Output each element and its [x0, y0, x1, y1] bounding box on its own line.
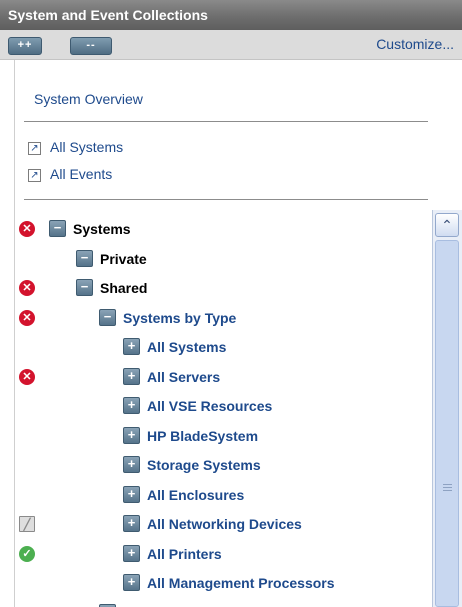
expand-node-button[interactable]: +: [123, 545, 140, 562]
panel-title: System and Event Collections: [0, 0, 462, 30]
unknown-status-icon: ╱: [19, 516, 35, 532]
external-link-icon: ↗: [28, 142, 41, 155]
ok-status-icon: ✓: [19, 546, 35, 562]
expand-node-button[interactable]: +: [123, 486, 140, 503]
expand-all-button[interactable]: ++: [8, 37, 42, 55]
error-status-icon: ✕: [19, 221, 35, 237]
tree-scrollbar[interactable]: ⌃: [432, 210, 462, 607]
error-status-icon: ✕: [19, 310, 35, 326]
expand-node-button[interactable]: +: [123, 427, 140, 444]
collection-tree: ✕ − Systems − Private ✕ − Shared ✕ − Systems by Ty…: [15, 210, 432, 607]
all-systems-link[interactable]: All Systems: [50, 139, 123, 155]
expand-node-button[interactable]: +: [123, 515, 140, 532]
divider: [24, 121, 428, 122]
collapse-node-button[interactable]: −: [49, 220, 66, 237]
collapse-node-button[interactable]: −: [76, 279, 93, 296]
thumb-grip: [443, 490, 452, 491]
tree-node-label[interactable]: All Servers: [147, 369, 220, 385]
expand-node-button[interactable]: +: [123, 574, 140, 591]
customize-link[interactable]: Customize...: [376, 36, 454, 52]
error-status-icon: ✕: [19, 280, 35, 296]
tree-node-label[interactable]: Storage Systems: [147, 457, 261, 473]
scroll-thumb[interactable]: [435, 240, 459, 607]
all-events-link[interactable]: All Events: [50, 166, 112, 182]
collapse-all-button[interactable]: --: [70, 37, 112, 55]
thumb-grip: [443, 484, 452, 485]
tree-node-label[interactable]: All Networking Devices: [147, 516, 302, 532]
tree-node-label[interactable]: Systems by Type: [123, 310, 236, 326]
tree-node-label[interactable]: All Systems: [147, 339, 226, 355]
expand-node-button[interactable]: +: [123, 397, 140, 414]
tree-node-label[interactable]: All Printers: [147, 546, 222, 562]
thumb-grip: [443, 487, 452, 488]
scroll-up-button[interactable]: ⌃: [435, 213, 459, 237]
tree-node-label[interactable]: HP BladeSystem: [147, 428, 258, 444]
expand-node-button[interactable]: +: [123, 338, 140, 355]
collapse-node-button[interactable]: −: [99, 309, 116, 326]
tree-node-label[interactable]: All VSE Resources: [147, 398, 272, 414]
tree-node-label[interactable]: Systems: [73, 221, 131, 237]
tree-node-label[interactable]: Private: [100, 251, 147, 267]
divider: [24, 199, 428, 200]
expand-node-button[interactable]: +: [123, 368, 140, 385]
tree-node-label[interactable]: All Enclosures: [147, 487, 244, 503]
external-link-icon: ↗: [28, 169, 41, 182]
error-status-icon: ✕: [19, 369, 35, 385]
collapse-node-button[interactable]: −: [76, 250, 93, 267]
system-overview-link[interactable]: System Overview: [34, 91, 143, 107]
tree-node-label[interactable]: Shared: [100, 280, 147, 296]
expand-node-button[interactable]: +: [123, 456, 140, 473]
panel-toolbar: ++ -- Customize...: [0, 30, 462, 60]
tree-node-label[interactable]: All Management Processors: [147, 575, 335, 591]
